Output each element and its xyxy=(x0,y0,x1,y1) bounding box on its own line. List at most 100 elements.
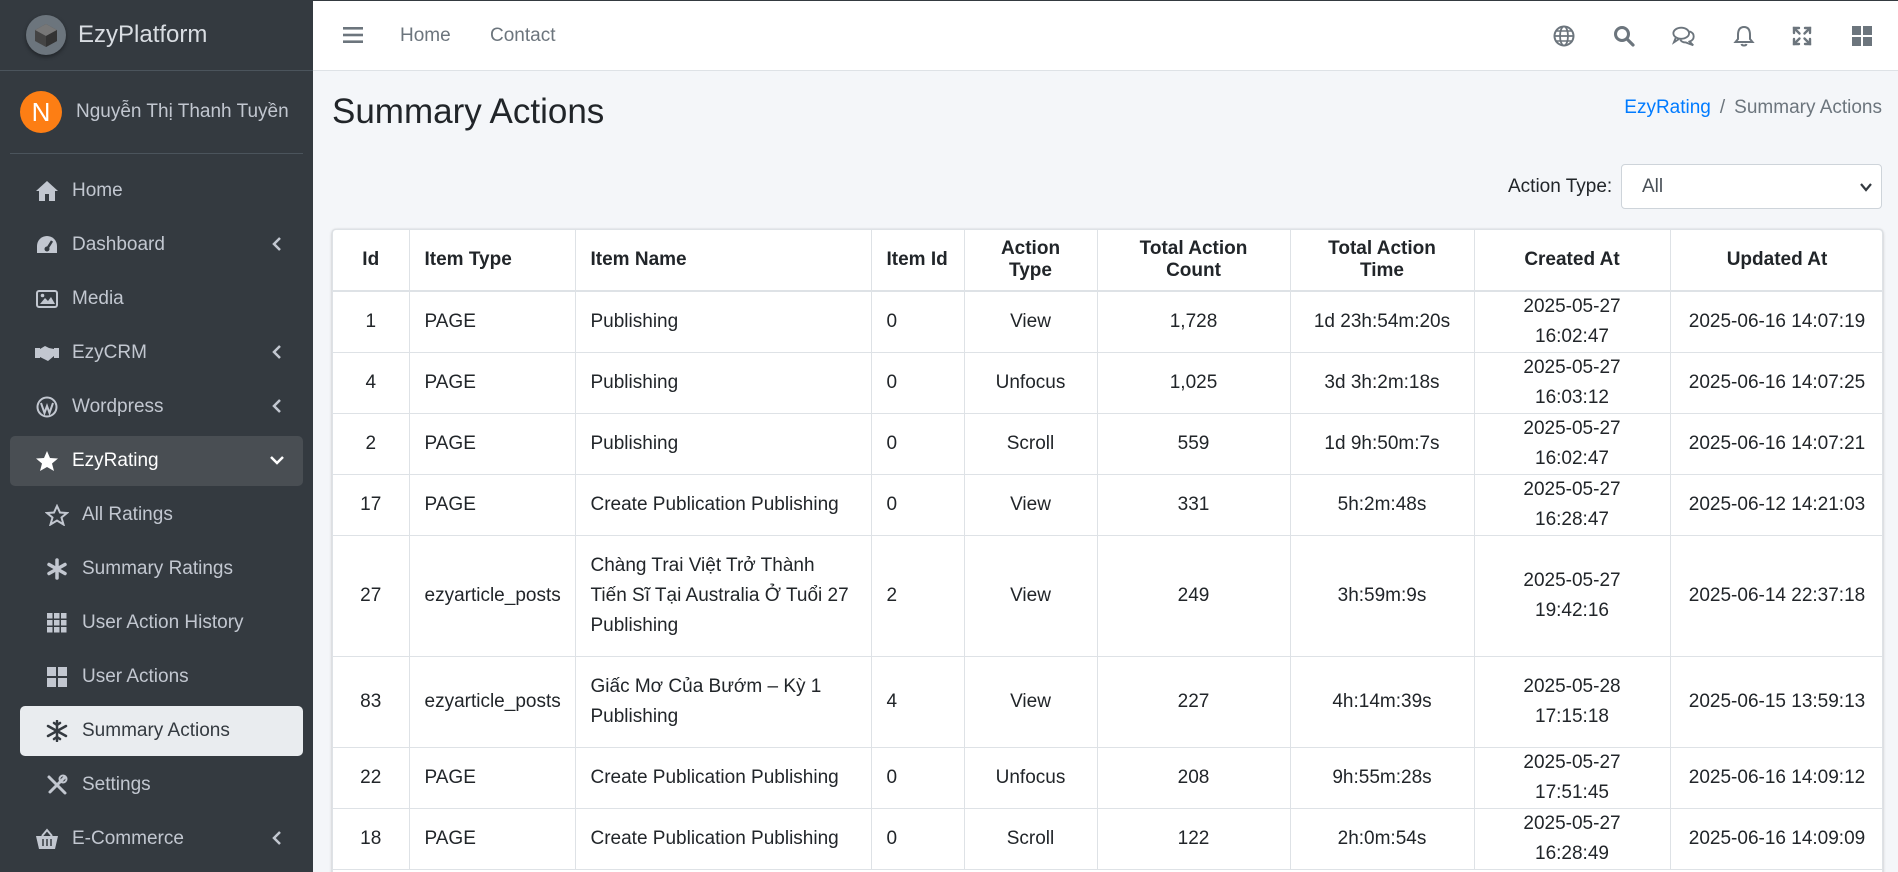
sidebar-item-summary-ratings[interactable]: Summary Ratings xyxy=(20,544,303,594)
cell-item-id: 0 xyxy=(871,474,965,536)
cell-total-action-time: 1d 9h:50m:7s xyxy=(1290,413,1475,475)
cell-id: 1 xyxy=(333,291,410,353)
sidebar-item-ezycrm[interactable]: EzyCRM xyxy=(10,328,303,378)
sidebar-item-settings[interactable]: Settings xyxy=(20,760,303,810)
cell-item-type: PAGE xyxy=(409,474,576,536)
summary-actions-table: Id Item Type Item Name Item Id Action Ty… xyxy=(333,230,1882,870)
cell-item-name: Create Publication Publishing xyxy=(575,747,872,809)
expand-icon[interactable] xyxy=(1790,24,1814,48)
table-row[interactable]: 17 PAGE Create Publication Publishing 0 … xyxy=(333,474,1882,536)
column-header-total-action-count[interactable]: Total Action Count xyxy=(1097,230,1291,292)
summary-actions-table-card: Id Item Type Item Name Item Id Action Ty… xyxy=(332,229,1883,872)
cell-updated-at: 2025-06-16 14:07:25 xyxy=(1670,352,1882,414)
cell-updated-at: 2025-06-15 13:59:13 xyxy=(1670,656,1882,748)
sidebar-item-media[interactable]: Media xyxy=(10,274,303,324)
column-header-item-id[interactable]: Item Id xyxy=(871,230,965,292)
sidebar-item-ezyrating[interactable]: EzyRating xyxy=(10,436,303,486)
sidebar-item-all-ratings[interactable]: All Ratings xyxy=(20,490,303,540)
cell-id: 17 xyxy=(333,474,410,536)
comments-icon[interactable] xyxy=(1672,24,1696,48)
snowflake-icon xyxy=(44,719,70,743)
basket-icon xyxy=(34,827,60,851)
sidebar-item-label: Home xyxy=(72,180,123,201)
cell-item-type: PAGE xyxy=(409,352,576,414)
cell-total-action-count: 227 xyxy=(1097,656,1291,748)
grid-icon xyxy=(44,611,70,635)
column-header-action-type[interactable]: Action Type xyxy=(964,230,1098,292)
table-row[interactable]: 27 ezyarticle_posts Chàng Trai Việt Trở … xyxy=(333,535,1882,657)
cell-total-action-time: 4h:14m:39s xyxy=(1290,656,1475,748)
column-header-id[interactable]: Id xyxy=(333,230,410,292)
cell-updated-at: 2025-06-16 14:09:09 xyxy=(1670,808,1882,870)
chevron-left-icon xyxy=(272,399,281,413)
sidebar-item-label: Summary Ratings xyxy=(82,558,233,579)
brand-name: EzyPlatform xyxy=(78,21,208,48)
cell-updated-at: 2025-06-16 14:07:21 xyxy=(1670,413,1882,475)
column-header-item-name[interactable]: Item Name xyxy=(575,230,872,292)
sidebar-item-dashboard[interactable]: Dashboard xyxy=(10,220,303,270)
sidebar-item-summary-actions[interactable]: Summary Actions xyxy=(20,706,303,756)
table-row[interactable]: 4 PAGE Publishing 0 Unfocus 1,025 3d 3h:… xyxy=(333,352,1882,414)
user-panel[interactable]: N Nguyễn Thị Thanh Tuyền xyxy=(10,71,303,154)
action-type-select[interactable]: All xyxy=(1621,164,1882,209)
cell-item-id: 0 xyxy=(871,291,965,353)
menu-toggle-icon[interactable] xyxy=(343,26,363,49)
tools-icon xyxy=(44,773,70,797)
brand-logo-icon xyxy=(26,15,66,55)
sidebar-item-label: EzyRating xyxy=(72,450,159,471)
wordpress-icon xyxy=(34,395,60,419)
grid-icon[interactable] xyxy=(1850,24,1874,48)
breadcrumb-separator: / xyxy=(1719,97,1726,118)
cell-updated-at: 2025-06-16 14:09:12 xyxy=(1670,747,1882,809)
brand-link[interactable]: EzyPlatform xyxy=(0,0,313,71)
sidebar-item-label: E-Commerce xyxy=(72,828,184,849)
cell-item-type: PAGE xyxy=(409,291,576,353)
cell-item-id: 0 xyxy=(871,808,965,870)
cell-total-action-count: 122 xyxy=(1097,808,1291,870)
table-row[interactable]: 83 ezyarticle_posts Giấc Mơ Của Bướm – K… xyxy=(333,656,1882,748)
nav-contact-link[interactable]: Contact xyxy=(490,25,555,47)
sidebar-item-wordpress[interactable]: Wordpress xyxy=(10,382,303,432)
table-row[interactable]: 2 PAGE Publishing 0 Scroll 559 1d 9h:50m… xyxy=(333,413,1882,475)
action-type-label: Action Type: xyxy=(1508,176,1613,197)
sidebar-nav: Home Dashboard Media EzyCRM Wordpress Ez… xyxy=(0,154,313,864)
sidebar-item-label: User Actions xyxy=(82,666,189,687)
globe-icon[interactable] xyxy=(1552,24,1576,48)
nav-home-link[interactable]: Home xyxy=(400,25,451,47)
sidebar-item-label: Settings xyxy=(82,774,151,795)
breadcrumb-link-ezyrating[interactable]: EzyRating xyxy=(1624,97,1711,118)
column-header-updated-at[interactable]: Updated At xyxy=(1670,230,1882,292)
chevron-left-icon xyxy=(272,831,281,845)
tachometer-icon xyxy=(34,233,60,257)
top-navbar: Home Contact xyxy=(313,0,1898,71)
search-icon[interactable] xyxy=(1612,24,1636,48)
column-header-total-action-time[interactable]: Total Action Time xyxy=(1290,230,1475,292)
cell-item-name: Publishing xyxy=(575,413,872,475)
cell-item-name: Create Publication Publishing xyxy=(575,808,872,870)
cell-action-type: Unfocus xyxy=(964,747,1098,809)
cell-item-type: ezyarticle_posts xyxy=(409,535,576,657)
cell-item-type: PAGE xyxy=(409,747,576,809)
cell-action-type: View xyxy=(964,291,1098,353)
sidebar-item-user-action-history[interactable]: User Action History xyxy=(20,598,303,648)
cell-item-id: 2 xyxy=(871,535,965,657)
sidebar-item-label: Summary Actions xyxy=(82,720,230,741)
sidebar-item-user-actions[interactable]: User Actions xyxy=(20,652,303,702)
avatar: N xyxy=(20,91,62,133)
column-header-item-type[interactable]: Item Type xyxy=(409,230,576,292)
table-row[interactable]: 1 PAGE Publishing 0 View 1,728 1d 23h:54… xyxy=(333,291,1882,353)
cell-item-type: PAGE xyxy=(409,413,576,475)
cell-item-name: Chàng Trai Việt Trở Thành Tiến Sĩ Tại Au… xyxy=(575,535,872,657)
table-row[interactable]: 22 PAGE Create Publication Publishing 0 … xyxy=(333,747,1882,809)
handshake-icon xyxy=(34,341,60,365)
column-header-created-at[interactable]: Created At xyxy=(1474,230,1671,292)
sidebar-item-label: User Action History xyxy=(82,612,244,633)
bell-icon[interactable] xyxy=(1732,24,1756,48)
action-type-selected-value: All xyxy=(1642,175,1664,197)
sidebar-item-ecommerce[interactable]: E-Commerce xyxy=(10,814,303,864)
cell-total-action-count: 559 xyxy=(1097,413,1291,475)
star-icon xyxy=(34,449,60,473)
table-header-row: Id Item Type Item Name Item Id Action Ty… xyxy=(333,230,1882,292)
table-row[interactable]: 18 PAGE Create Publication Publishing 0 … xyxy=(333,808,1882,870)
sidebar-item-home[interactable]: Home xyxy=(10,166,303,216)
